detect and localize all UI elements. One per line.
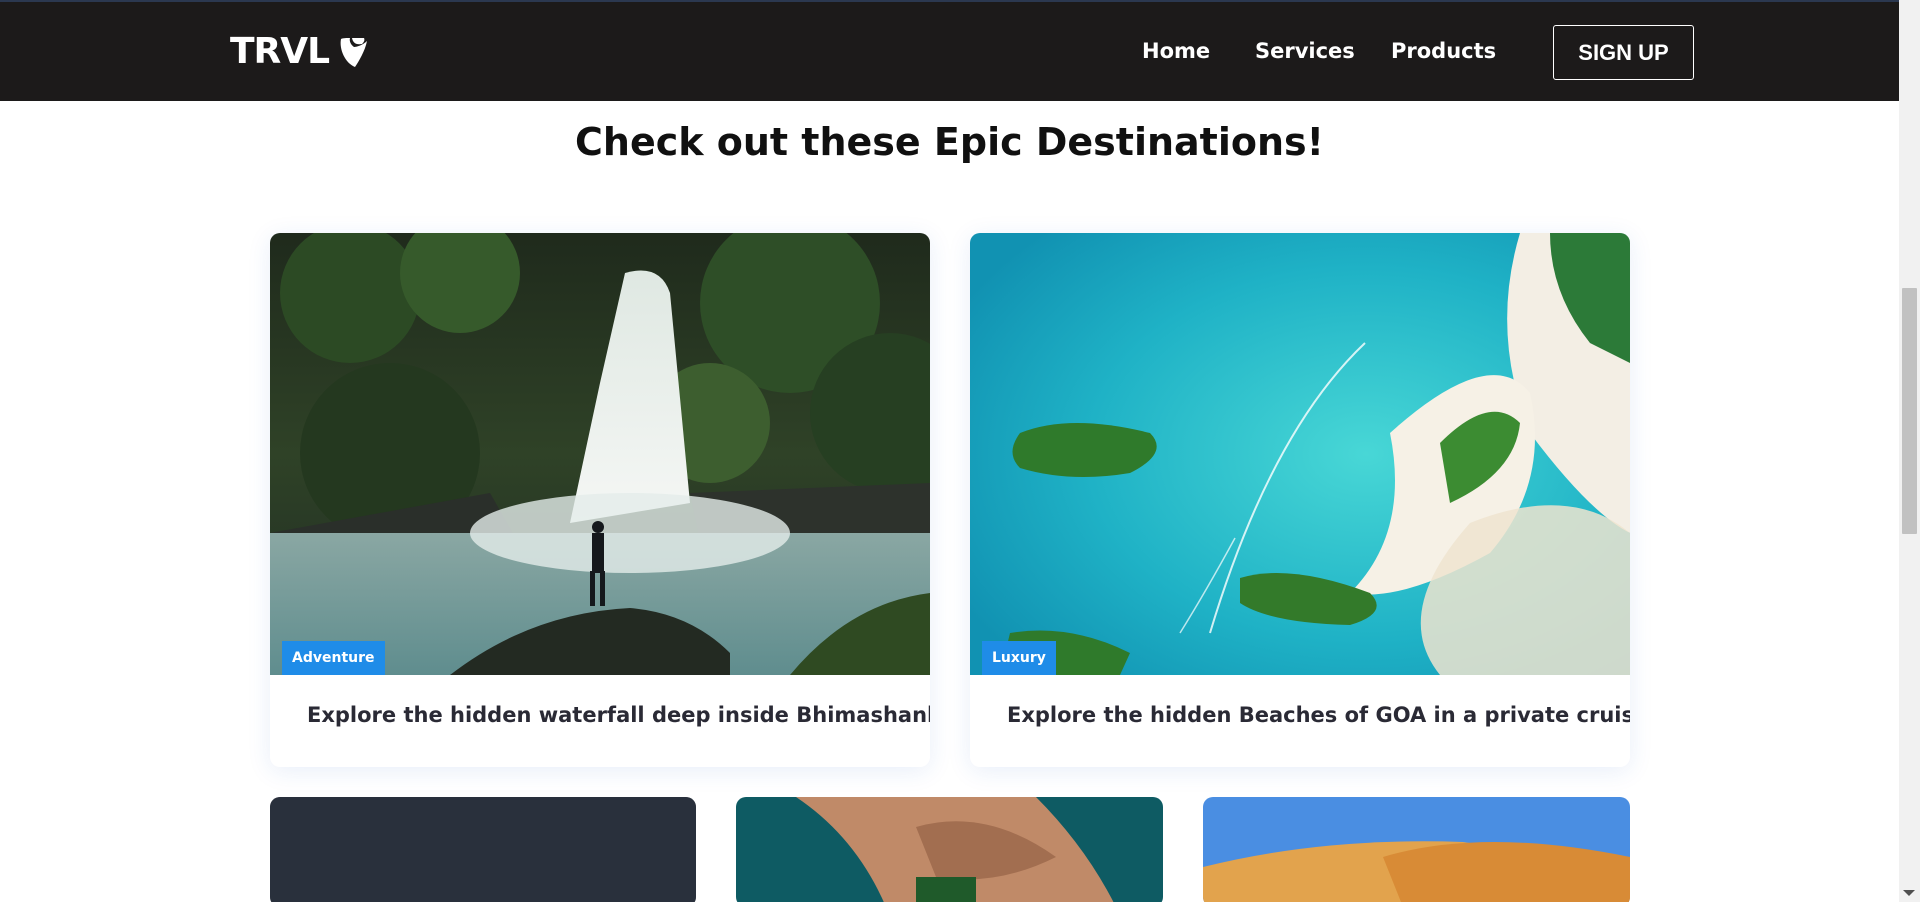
desert-dunes-image — [1203, 797, 1630, 902]
scrollbar-thumb[interactable] — [1902, 288, 1917, 534]
navbar: TRVL Home Services Products SIGN UP — [0, 0, 1899, 101]
card-title[interactable]: Explore the hidden waterfall deep inside… — [307, 703, 930, 727]
scroll-down-icon[interactable] — [1903, 890, 1915, 896]
nav-services-link[interactable]: Services — [1255, 39, 1355, 63]
beach-aerial-image: Luxury — [970, 233, 1630, 675]
nav-home-link[interactable]: Home — [1142, 39, 1210, 63]
waterfall-image: Adventure — [270, 233, 930, 675]
category-badge[interactable]: Luxury — [982, 641, 1056, 675]
destination-card-beach[interactable]: Luxury Explore the hidden Beaches of GOA… — [970, 233, 1630, 767]
destination-card-waterfall[interactable]: Adventure Explore the hidden waterfall d… — [270, 233, 930, 767]
page-heading: Check out these Epic Destinations! — [575, 120, 1324, 164]
signup-button[interactable]: SIGN UP — [1553, 25, 1694, 80]
destination-card-dark-sea[interactable] — [270, 797, 696, 902]
logo-text: TRVL — [230, 31, 330, 72]
dark-sea-image — [270, 797, 696, 902]
card-title[interactable]: Explore the hidden Beaches of GOA in a p… — [1007, 703, 1630, 727]
island-aerial-image — [736, 797, 1163, 902]
logo[interactable]: TRVL — [230, 31, 371, 72]
category-badge[interactable]: Adventure — [282, 641, 385, 675]
nav-products-link[interactable]: Products — [1391, 39, 1496, 63]
logo-icon — [340, 37, 368, 67]
destination-card-island[interactable] — [736, 797, 1163, 902]
destination-card-desert[interactable] — [1203, 797, 1630, 902]
